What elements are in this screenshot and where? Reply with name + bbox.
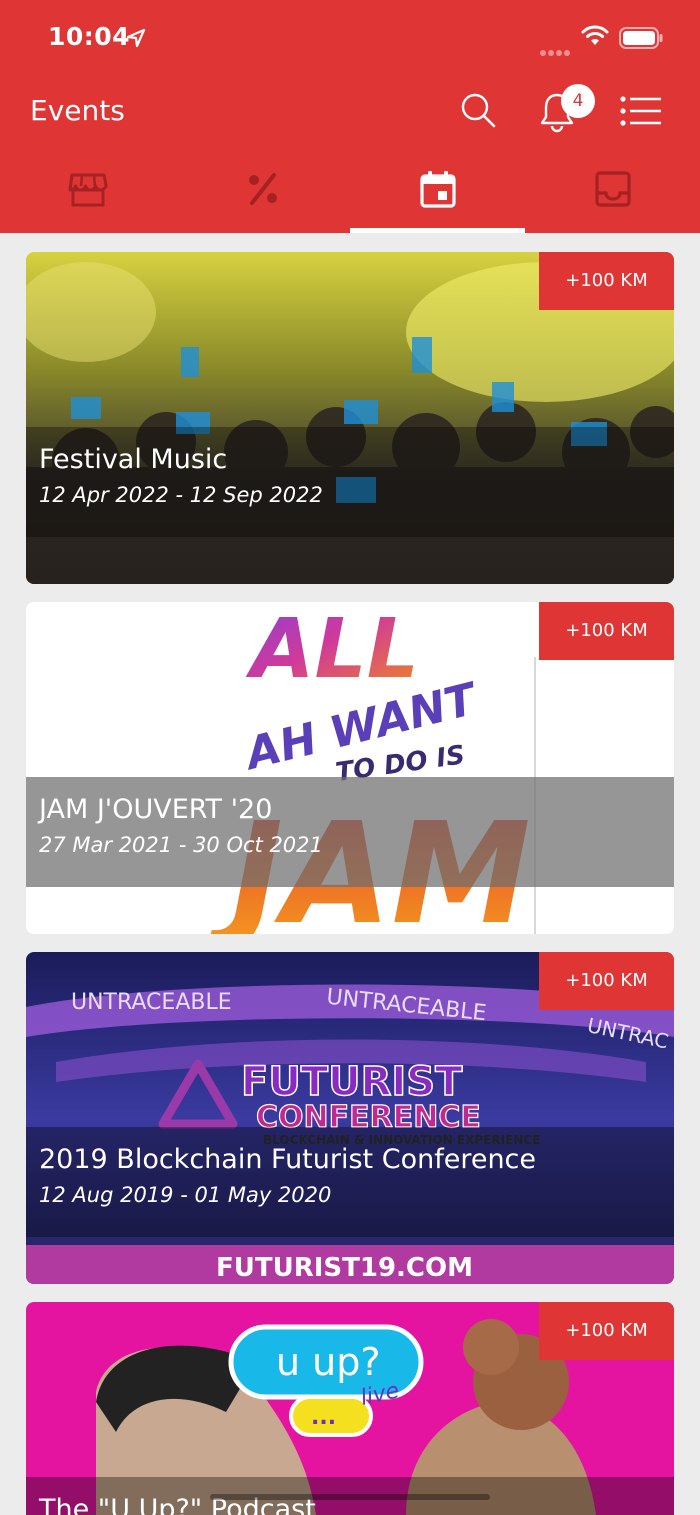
wifi-icon (581, 25, 609, 45)
distance-badge: +100 KM (539, 252, 674, 310)
app-header: 10:04 Events 4 (0, 0, 700, 233)
event-info-overlay: 2019 Blockchain Futurist Conference 12 A… (26, 1127, 674, 1237)
event-card[interactable]: +100 KM Festival Music 12 Apr 2022 - 12 … (26, 252, 674, 584)
distance-badge: +100 KM (539, 602, 674, 660)
home-indicator[interactable] (210, 1494, 490, 1500)
event-info-overlay: JAM J'OUVERT '20 27 Mar 2021 - 30 Oct 20… (26, 777, 674, 887)
tab-offers[interactable] (175, 160, 350, 233)
event-info-overlay: Festival Music 12 Apr 2022 - 12 Sep 2022 (26, 427, 674, 537)
poster-text: u up? (276, 1340, 381, 1384)
event-card[interactable]: UNTRACEABLE UNTRACEABLE UNTRAC FUTURIST … (26, 952, 674, 1284)
status-time: 10:04 (48, 22, 131, 51)
event-dates: 12 Aug 2019 - 01 May 2020 (39, 1183, 332, 1207)
battery-icon (619, 27, 663, 49)
event-card[interactable]: ALL AH WANT TO DO IS JAM +100 KM JAM J'O… (26, 602, 674, 934)
menu-list-icon[interactable] (619, 94, 663, 128)
active-tab-indicator (350, 228, 525, 233)
distance-badge: +100 KM (539, 952, 674, 1010)
tab-stores[interactable] (0, 160, 175, 233)
poster-text: UNTRACEABLE (71, 990, 232, 1015)
poster-text: ALL (245, 602, 419, 697)
poster-text: FUTURIST (241, 1059, 463, 1105)
calendar-icon (420, 171, 456, 208)
page-title: Events (30, 94, 125, 127)
notification-badge: 4 (561, 84, 595, 118)
search-icon[interactable] (458, 90, 498, 130)
location-arrow-icon (126, 28, 146, 48)
store-icon (68, 173, 108, 207)
poster-text: ... (311, 1405, 336, 1430)
distance-badge: +100 KM (539, 1302, 674, 1360)
event-card[interactable]: u up? ... live +100 KM The "U Up?" Podca… (26, 1302, 674, 1515)
event-title: 2019 Blockchain Futurist Conference (39, 1144, 537, 1175)
poster-text: FUTURIST19.COM (216, 1253, 473, 1283)
event-title: Festival Music (39, 444, 228, 475)
tab-inbox[interactable] (525, 160, 700, 233)
event-dates: 27 Mar 2021 - 30 Oct 2021 (39, 833, 323, 857)
percent-icon (249, 173, 277, 205)
inbox-icon (595, 171, 631, 207)
cellular-signal-icon (540, 41, 572, 60)
tab-events[interactable] (350, 160, 525, 233)
event-dates: 12 Apr 2022 - 12 Sep 2022 (39, 483, 323, 507)
event-title: JAM J'OUVERT '20 (39, 794, 273, 825)
